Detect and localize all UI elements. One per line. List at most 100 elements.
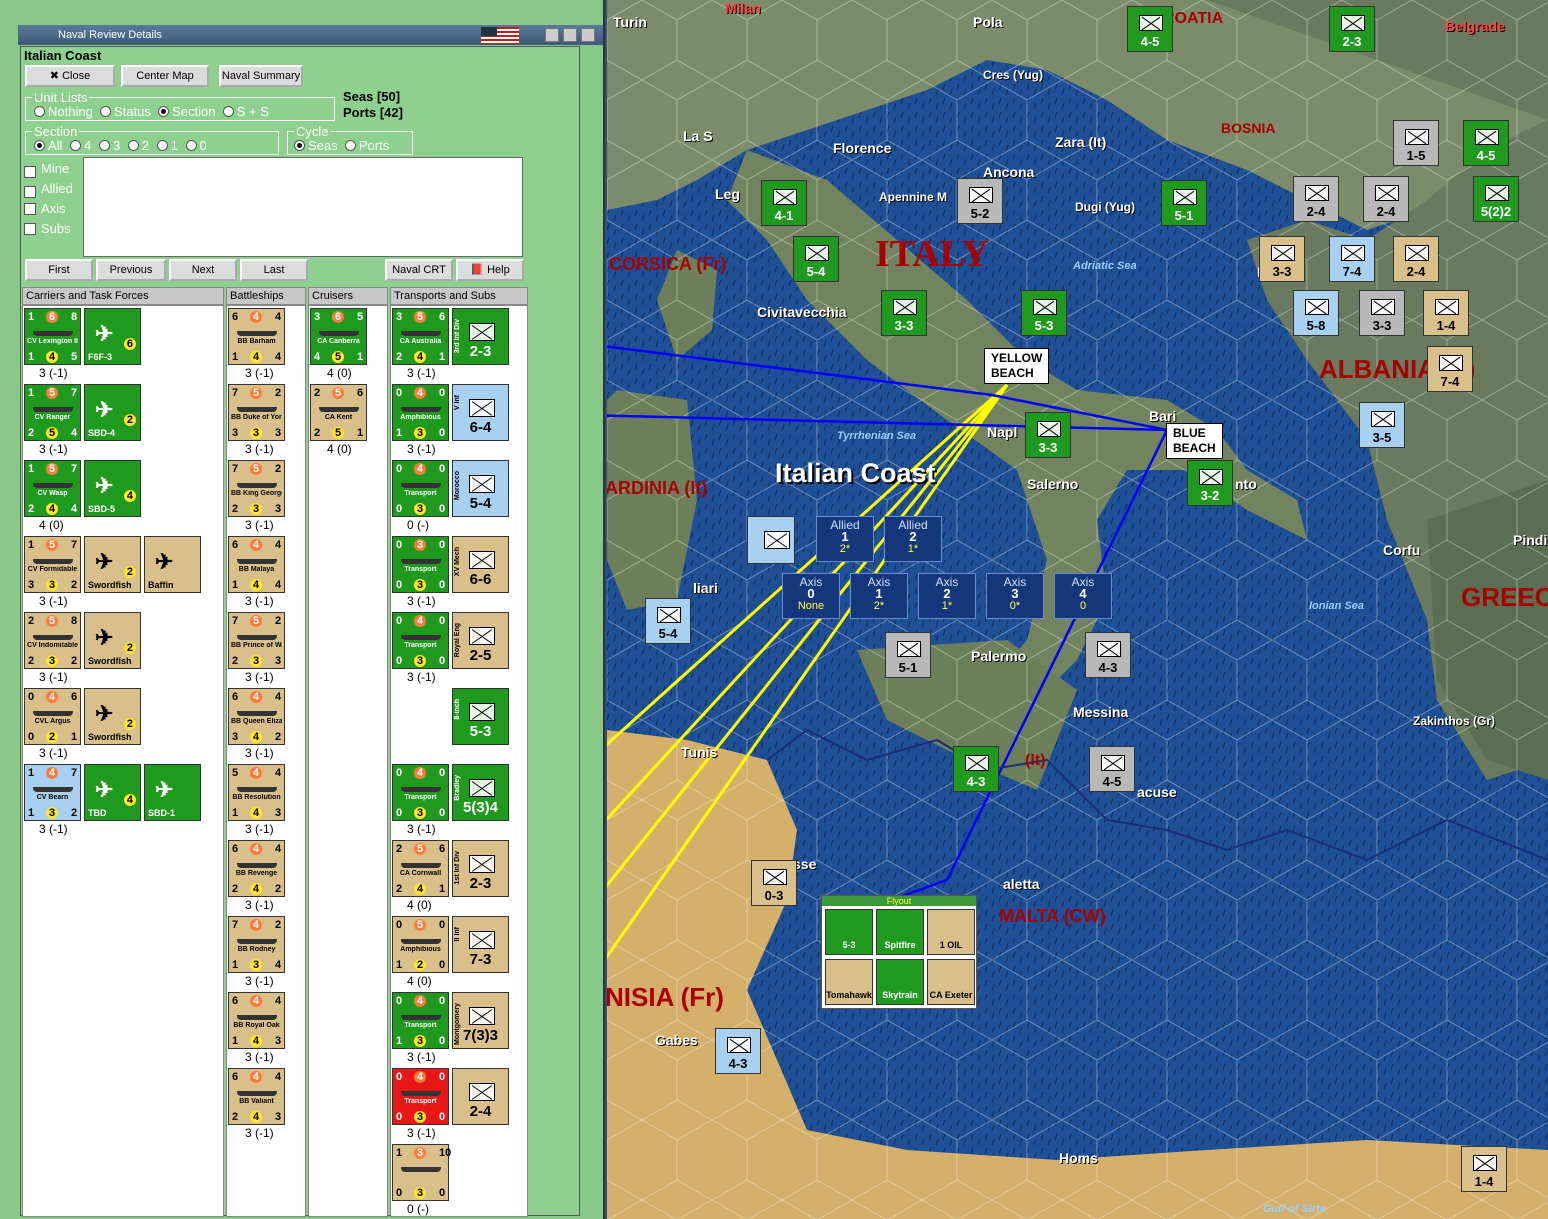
ship-counter[interactable]: 1 5 7 3 3 2 CV Formidable [24, 536, 81, 593]
radio-section-all[interactable]: All [34, 138, 62, 153]
map-unit-counter[interactable]: 3-3 [1025, 412, 1071, 458]
ship-counter[interactable]: 644342BB Queen Elizabeth [228, 688, 285, 745]
ship-counter[interactable]: 0 4 0 0 3 0 Transport [392, 1068, 449, 1125]
ship-counter[interactable]: 0 4 0 1 3 0 Transport [392, 992, 449, 1049]
radio-cycle-seas[interactable]: Seas [294, 138, 338, 153]
flyout-counter[interactable]: 5-3 [825, 909, 873, 955]
axis-section-box[interactable]: Axis 2 1* [918, 573, 976, 619]
map-unit-counter[interactable]: 2-4 [1393, 236, 1439, 282]
ship-counter[interactable]: 2 5 6 2 4 1 CA Cornwall [392, 840, 449, 897]
ship-counter[interactable]: 6 4 4 1 4 3 BB Royal Oak [228, 992, 285, 1049]
ship-counter[interactable]: 6 4 4 2 4 2 BB Revenge [228, 840, 285, 897]
ship-counter[interactable]: 1 4 7 1 3 2 CV Bearn [24, 764, 81, 821]
map-unit-counter[interactable]: 3-3 [1259, 236, 1305, 282]
previous-button[interactable]: Previous [96, 259, 166, 281]
ship-counter[interactable]: 752233BB Prince of Wales [228, 612, 285, 669]
map-unit-counter[interactable]: 3-3 [1359, 290, 1405, 336]
unit-counter[interactable]: V Inf 6-4 [452, 384, 509, 441]
ship-counter[interactable]: 1 5 7 2 5 4 CV Ranger [24, 384, 81, 441]
map-unit-counter[interactable]: 2-4 [1293, 176, 1339, 222]
ship-counter[interactable]: 7 5 2 3 3 3 BB Duke of York [228, 384, 285, 441]
map-unit-counter[interactable]: 5-2 [957, 178, 1003, 224]
unit-counter[interactable]: II Inf 7-3 [452, 916, 509, 973]
map-unit-counter[interactable]: 1-4 [1461, 1146, 1507, 1192]
flyout-counter[interactable]: Skytrain [876, 959, 924, 1005]
map-unit-counter[interactable]: 7-4 [1329, 236, 1375, 282]
map-unit-counter[interactable]: 3-5 [1359, 402, 1405, 448]
air-unit-counter[interactable]: ✈ SBD-1 [144, 764, 201, 821]
ship-counter[interactable]: 1 6 8 1 4 5 CV Lexington II [24, 308, 81, 365]
unit-counter[interactable]: XV Mech 6-6 [452, 536, 509, 593]
unit-counter[interactable]: 2-4 [452, 1068, 509, 1125]
unit-listbox[interactable] [83, 157, 523, 257]
flyout-counter[interactable]: Tomahawk [825, 959, 873, 1005]
ship-counter[interactable]: 0 4 0 0 3 0 Transport [392, 460, 449, 517]
map-unit-counter[interactable]: 5-1 [885, 632, 931, 678]
flyout-counter[interactable]: Spitfire [876, 909, 924, 955]
ship-counter[interactable]: 6 4 4 1 4 4 BB Barham [228, 308, 285, 365]
map-unit-counter[interactable]: 3-3 [881, 290, 927, 336]
ship-counter[interactable]: 6 4 4 2 4 3 BB Valiant [228, 1068, 285, 1125]
unit-counter[interactable]: Royal Eng 2-5 [452, 612, 509, 669]
naval-summary-button[interactable]: Naval Summary [219, 65, 303, 87]
flyout-counter[interactable]: CA Exeter [927, 959, 975, 1005]
checkbox-subs[interactable]: Subs [24, 219, 73, 239]
window-titlebar[interactable]: Naval Review Details [18, 25, 603, 45]
map-unit-counter[interactable]: 5-3 [1021, 290, 1067, 336]
ship-counter[interactable]: 0 3 0 0 3 0 Transport [392, 536, 449, 593]
axis-section-box[interactable]: Axis 1 2* [850, 573, 908, 619]
map-unit-counter[interactable]: 4-5 [1089, 746, 1135, 792]
checkbox-allied[interactable]: ✔ Allied [24, 179, 73, 199]
radio-section-0[interactable]: 0 [185, 138, 207, 153]
map-unit-counter[interactable]: 4-3 [1085, 632, 1131, 678]
checkbox-axis[interactable]: Axis [24, 199, 73, 219]
close-window-icon[interactable] [581, 28, 595, 42]
ship-counter[interactable]: 7 4 2 1 3 4 BB Rodney [228, 916, 285, 973]
map-unit-counter[interactable]: 4-5 [1127, 6, 1173, 52]
next-button[interactable]: Next [169, 259, 237, 281]
map-unit-counter[interactable]: 1-5 [1393, 120, 1439, 166]
ship-counter[interactable]: 0 4 6 0 2 1 CVL Argus [24, 688, 81, 745]
ship-counter[interactable]: 0 5 0 1 2 0 Amphibious [392, 916, 449, 973]
map-unit-counter[interactable]: 7-4 [1427, 346, 1473, 392]
radio-nothing[interactable]: Nothing [34, 104, 93, 119]
checkbox-mine[interactable]: ✔ Mine [24, 159, 73, 179]
radio-cycle-ports[interactable]: Ports [344, 138, 389, 153]
ship-counter[interactable]: 1 3 10 0 3 0 [392, 1144, 451, 1201]
strategic-map[interactable]: ITALY Italian Coast CORSICA (Fr) ARDINIA… [607, 0, 1548, 1219]
radio-section[interactable]: Section [158, 104, 216, 119]
ship-counter[interactable]: 0 4 0 0 3 0 Transport [392, 612, 449, 669]
axis-section-box[interactable]: Axis 3 0* [986, 573, 1044, 619]
unit-counter[interactable]: 3rd Inf Div 2-3 [452, 308, 509, 365]
radio-section-2[interactable]: 2 [127, 138, 149, 153]
allied-section-box[interactable]: Allied 1 2* [816, 516, 874, 562]
air-unit-counter[interactable]: ✈ Baffin [144, 536, 201, 593]
yellow-beach-marker[interactable]: YELLOW BEACH [984, 348, 1050, 384]
ship-counter[interactable]: 2 5 6 2 5 1 CA Kent [310, 384, 367, 441]
air-unit-counter[interactable]: ✈ Swordfish 2 [84, 536, 141, 593]
air-unit-counter[interactable]: ✈ SBD-5 4 [84, 460, 141, 517]
ship-counter[interactable]: 3 6 5 4 5 1 CA Canberra [310, 308, 367, 365]
air-unit-counter[interactable]: ✈ F6F-3 6 [84, 308, 141, 365]
map-unit-counter[interactable]: 4-5 [1463, 120, 1509, 166]
radio-status[interactable]: Status [100, 104, 151, 119]
ship-counter[interactable]: 2 5 8 2 3 2 CV Indomitable [24, 612, 81, 669]
map-unit-counter[interactable]: 5-8 [1293, 290, 1339, 336]
naval-crt-button[interactable]: Naval CRT [385, 259, 453, 281]
unit-counter[interactable]: Bradley 5(3)4 [452, 764, 509, 821]
map-unit-counter[interactable]: 5-4 [645, 598, 691, 644]
ship-counter[interactable]: 0 4 0 0 3 0 Transport [392, 764, 449, 821]
axis-section-box[interactable]: Axis 0 None [782, 573, 840, 619]
unit-counter[interactable]: Morocco 5-4 [452, 460, 509, 517]
map-unit-counter[interactable]: 4-3 [953, 746, 999, 792]
air-unit-counter[interactable]: ✈ TBD 4 [84, 764, 141, 821]
map-unit-counter[interactable]: 2-4 [1363, 176, 1409, 222]
help-button[interactable]: 📕 Help [456, 259, 524, 281]
ship-counter[interactable]: 1 5 7 2 4 4 CV Wasp [24, 460, 81, 517]
map-unit-counter[interactable]: 5(2)2 [1473, 176, 1519, 222]
map-unit-counter[interactable]: 4-3 [715, 1028, 761, 1074]
ship-counter[interactable]: 752233BB King George V [228, 460, 285, 517]
radio-section-3[interactable]: 3 [98, 138, 120, 153]
ship-counter[interactable]: 5 4 4 1 4 3 BB Resolution [228, 764, 285, 821]
flyout-counter[interactable]: 1 OIL [927, 909, 975, 955]
